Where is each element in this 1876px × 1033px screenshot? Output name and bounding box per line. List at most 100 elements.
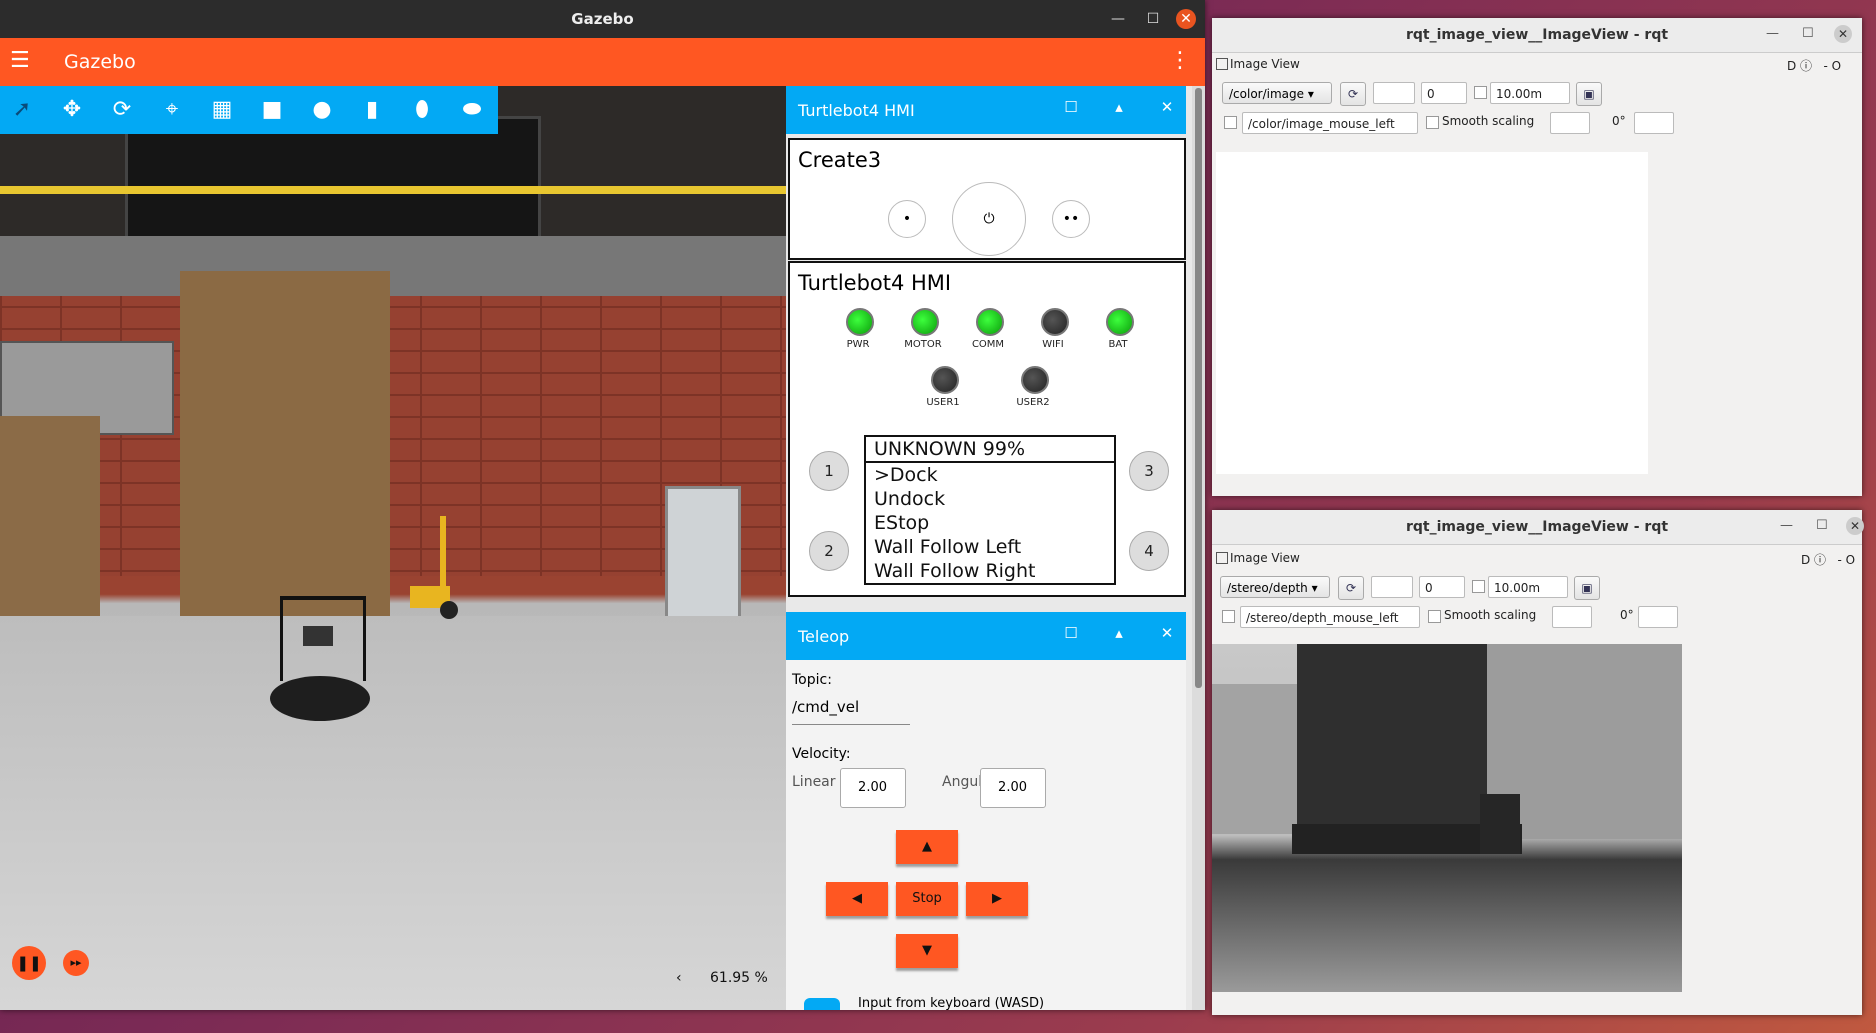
maximize-button[interactable]: ☐ bbox=[1816, 518, 1828, 533]
smooth-scaling-checkbox[interactable] bbox=[1428, 610, 1441, 623]
linear-value: 2.00 bbox=[858, 780, 887, 795]
create3-button-2[interactable]: •• bbox=[1052, 200, 1090, 238]
rotate-right-button[interactable] bbox=[1634, 112, 1674, 134]
mouse-topic-field[interactable]: /color/image_mouse_left bbox=[1242, 112, 1418, 134]
dock-help-icons[interactable]: D ⓘ - O bbox=[1801, 551, 1855, 568]
dock-help-icons[interactable]: D ⓘ - O bbox=[1787, 57, 1841, 74]
display-menu-item: Undock bbox=[874, 488, 946, 510]
hmi-button-1[interactable]: 1 bbox=[809, 451, 849, 491]
minimize-button[interactable]: — bbox=[1780, 518, 1793, 533]
ellipsoid-shape-icon[interactable]: ⬬ bbox=[458, 96, 486, 124]
select-icon[interactable]: ➚ bbox=[8, 96, 36, 124]
translate-icon[interactable]: ✥ bbox=[58, 96, 86, 124]
plugin-icon bbox=[1216, 58, 1228, 70]
backward-button[interactable]: ▼ bbox=[896, 934, 958, 968]
close-button[interactable]: ✕ bbox=[1846, 517, 1864, 535]
dynamic-range-checkbox[interactable] bbox=[1472, 580, 1485, 593]
mouse-topic-field[interactable]: /stereo/depth_mouse_left bbox=[1240, 606, 1420, 628]
rotate-left-button[interactable] bbox=[1552, 606, 1592, 628]
close-button[interactable]: ✕ bbox=[1176, 9, 1196, 29]
keyboard-toggle[interactable] bbox=[804, 998, 840, 1010]
topic-input[interactable]: /cmd_vel bbox=[792, 698, 910, 725]
max-range-field[interactable]: 10.00m bbox=[1488, 576, 1568, 598]
transform-control-icon[interactable]: ⌖ bbox=[158, 96, 186, 124]
led-pwr bbox=[846, 308, 874, 336]
save-image-icon[interactable]: ▣ bbox=[1574, 576, 1600, 600]
hmi-button-3[interactable]: 3 bbox=[1129, 451, 1169, 491]
rotate-icon[interactable]: ⟳ bbox=[108, 96, 136, 124]
blank-field[interactable] bbox=[1373, 82, 1415, 104]
plugin-title: Image View bbox=[1230, 551, 1300, 565]
hmi-button-4[interactable]: 4 bbox=[1129, 531, 1169, 571]
rotate-right-button[interactable] bbox=[1638, 606, 1678, 628]
collapse-panel-icon[interactable]: ▴ bbox=[1108, 98, 1130, 116]
refresh-topics-icon[interactable]: ⟳ bbox=[1338, 576, 1364, 600]
capsule-shape-icon[interactable]: ⬮ bbox=[408, 96, 436, 124]
grid-icon[interactable]: ▦ bbox=[208, 96, 236, 124]
close-button[interactable]: ✕ bbox=[1834, 25, 1852, 43]
3d-scene-viewport[interactable]: ❚❚ ▸▸ ‹ 61.95 % bbox=[0, 86, 786, 1010]
topic-label: Topic: bbox=[792, 672, 832, 688]
create3-title: Create3 bbox=[798, 148, 882, 172]
step-forward-button[interactable]: ▸▸ bbox=[63, 950, 89, 976]
maximize-button[interactable]: ☐ bbox=[1143, 9, 1163, 29]
image-canvas[interactable] bbox=[1216, 152, 1648, 474]
linear-spinbox[interactable]: 2.00 bbox=[840, 768, 906, 808]
blank-field[interactable] bbox=[1371, 576, 1413, 598]
gazebo-window: Gazebo — ☐ ✕ ☰ Gazebo ⋮ ❚❚ ▸▸ ‹ 61.95 % … bbox=[0, 0, 1205, 1010]
stop-button[interactable]: Stop bbox=[896, 882, 958, 916]
power-button[interactable]: ⏻ bbox=[952, 182, 1026, 256]
kebab-menu-icon[interactable]: ⋮ bbox=[1169, 48, 1191, 73]
hmi-button-2[interactable]: 2 bbox=[809, 531, 849, 571]
scrollbar-thumb[interactable] bbox=[1195, 88, 1202, 688]
refresh-topics-icon[interactable]: ⟳ bbox=[1340, 82, 1366, 106]
save-image-icon[interactable]: ▣ bbox=[1576, 82, 1602, 106]
minimize-button[interactable]: — bbox=[1108, 9, 1128, 29]
display-menu-item: >Dock bbox=[874, 464, 938, 486]
window-panes bbox=[125, 116, 541, 252]
depth-image-canvas[interactable] bbox=[1212, 644, 1682, 992]
create3-button-1[interactable]: • bbox=[888, 200, 926, 238]
spin-field[interactable]: 0 bbox=[1419, 576, 1465, 598]
rotate-left-button[interactable] bbox=[1550, 112, 1590, 134]
close-panel-icon[interactable]: ✕ bbox=[1156, 624, 1178, 642]
spin-field[interactable]: 0 bbox=[1421, 82, 1467, 104]
right-button[interactable]: ▶ bbox=[966, 882, 1028, 916]
left-button[interactable]: ◀ bbox=[826, 882, 888, 916]
pause-button[interactable]: ❚❚ bbox=[12, 946, 46, 980]
panel-scrollbar[interactable] bbox=[1192, 86, 1205, 1010]
dynamic-range-checkbox[interactable] bbox=[1474, 86, 1487, 99]
topic-select[interactable]: /color/image ▾ bbox=[1222, 82, 1332, 104]
publish-mouse-checkbox[interactable] bbox=[1224, 116, 1237, 129]
keyboard-toggle-label: Input from keyboard (WASD) bbox=[858, 996, 1045, 1010]
box-shape-icon[interactable]: ■ bbox=[258, 96, 286, 124]
topic-select[interactable]: /stereo/depth ▾ bbox=[1220, 576, 1330, 598]
hamburger-menu-icon[interactable]: ☰ bbox=[10, 50, 30, 72]
rotation-label: 0° bbox=[1612, 114, 1626, 128]
turtlebot-robot[interactable] bbox=[255, 596, 385, 726]
led-label: COMM bbox=[971, 339, 1005, 350]
depth-shape bbox=[1212, 684, 1297, 834]
publish-mouse-checkbox[interactable] bbox=[1222, 610, 1235, 623]
sphere-shape-icon[interactable]: ● bbox=[308, 96, 336, 124]
rqt-window-title: rqt_image_view__ImageView - rqt bbox=[1405, 27, 1669, 43]
rqt-titlebar: rqt_image_view__ImageView - rqt — ☐ ✕ bbox=[1212, 510, 1864, 545]
teleop-panel-title: Teleop bbox=[798, 627, 850, 646]
collapse-panel-icon[interactable]: ▴ bbox=[1108, 624, 1130, 642]
angular-spinbox[interactable]: 2.00 bbox=[980, 768, 1046, 808]
minimize-button[interactable]: — bbox=[1766, 26, 1779, 41]
scene-toolbar: ➚ ✥ ⟳ ⌖ ▦ ■ ● ▮ ⬮ ⬬ bbox=[0, 86, 498, 134]
smooth-scaling-checkbox[interactable] bbox=[1426, 116, 1439, 129]
led-wifi bbox=[1041, 308, 1069, 336]
cylinder-shape-icon[interactable]: ▮ bbox=[358, 96, 386, 124]
real-time-factor: 61.95 % bbox=[710, 970, 768, 986]
max-range-field[interactable]: 10.00m bbox=[1490, 82, 1570, 104]
maximize-button[interactable]: ☐ bbox=[1802, 26, 1814, 41]
concrete-floor bbox=[0, 616, 786, 1010]
undock-panel-icon[interactable]: ☐ bbox=[1060, 624, 1082, 642]
collapse-stats-icon[interactable]: ‹ bbox=[676, 970, 682, 986]
close-panel-icon[interactable]: ✕ bbox=[1156, 98, 1178, 116]
undock-panel-icon[interactable]: ☐ bbox=[1060, 98, 1082, 116]
forward-button[interactable]: ▲ bbox=[896, 830, 958, 864]
led-label: MOTOR bbox=[904, 339, 942, 350]
